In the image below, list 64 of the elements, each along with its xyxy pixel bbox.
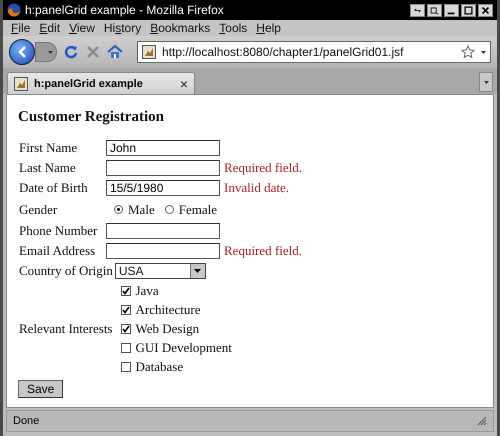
- menu-item[interactable]: Edit: [37, 21, 68, 35]
- caret-icon[interactable]: [481, 50, 486, 54]
- menu-item[interactable]: File: [9, 21, 38, 35]
- field-label: Country of Origin: [18, 263, 114, 279]
- close-icon[interactable]: [478, 4, 493, 16]
- menu-item[interactable]: Tools: [217, 21, 254, 35]
- checkbox[interactable]: [120, 286, 130, 296]
- caret-icon: [48, 50, 53, 54]
- back-button[interactable]: [9, 39, 35, 65]
- caret-icon: [484, 80, 488, 84]
- tab-title: h:panelGrid example: [34, 78, 144, 90]
- field-label: Email Address: [18, 243, 96, 259]
- tab-close-button[interactable]: ×: [180, 76, 188, 92]
- option-label: Female: [178, 202, 217, 218]
- input-field[interactable]: [106, 243, 220, 259]
- window-title: h:panelGrid example - Mozilla Firefox: [25, 3, 225, 17]
- field-label: Date of Birth: [18, 180, 89, 196]
- checkbox-label: GUI Development: [136, 340, 232, 356]
- browser-logo-icon: [7, 3, 21, 17]
- form-heading: Customer Registration: [18, 109, 164, 126]
- page-icon: [142, 45, 156, 59]
- checkbox-label: Java: [136, 282, 159, 298]
- radio-button[interactable]: [114, 205, 123, 214]
- menu-item[interactable]: History: [102, 21, 148, 35]
- field-label: Phone Number: [18, 223, 98, 239]
- address-bar[interactable]: http://localhost:8080/chapter1/panelGrid01.jsf: [137, 41, 491, 63]
- menu-item[interactable]: View: [67, 21, 102, 35]
- field-label: First Name: [18, 140, 78, 156]
- checkbox-label: Architecture: [136, 302, 200, 318]
- option-label: Male: [128, 202, 155, 218]
- caret-icon: [194, 269, 202, 273]
- star-icon[interactable]: [461, 45, 475, 59]
- input-field[interactable]: [106, 223, 220, 239]
- radio-button[interactable]: [164, 205, 174, 214]
- page-icon: [14, 76, 28, 90]
- checkbox-label: Database: [136, 358, 184, 374]
- error-message: Required field.: [224, 160, 302, 176]
- window-control-icon[interactable]: [410, 4, 425, 16]
- save-button[interactable]: Save: [18, 380, 64, 398]
- browser-tab[interactable]: h:panelGrid example ×: [7, 72, 195, 94]
- resize-grip-icon[interactable]: [477, 416, 487, 426]
- status-text: Done: [13, 415, 40, 427]
- field-label: Relevant Interests: [18, 320, 114, 336]
- field-label: Gender: [18, 202, 58, 218]
- checkbox[interactable]: [120, 304, 130, 314]
- checkbox-label: Web Design: [136, 320, 200, 336]
- home-button[interactable]: [107, 44, 123, 60]
- reload-button[interactable]: [63, 44, 79, 60]
- menu-item[interactable]: Bookmarks: [148, 21, 218, 35]
- window-control-icon[interactable]: [427, 4, 442, 16]
- field-label: Last Name: [18, 160, 77, 176]
- input-field[interactable]: John: [106, 140, 220, 156]
- checkbox[interactable]: [120, 324, 130, 334]
- tab-list-button[interactable]: [479, 72, 493, 92]
- error-message: Required field.: [224, 243, 302, 259]
- input-field[interactable]: [106, 160, 220, 176]
- checkbox[interactable]: [120, 342, 130, 352]
- checkbox[interactable]: [120, 362, 130, 372]
- menu-item[interactable]: Help: [254, 21, 288, 35]
- error-message: Invalid date.: [224, 180, 289, 196]
- minimize-icon[interactable]: [444, 4, 459, 16]
- input-field[interactable]: 15/5/1980: [106, 180, 220, 196]
- maximize-icon[interactable]: [461, 4, 476, 16]
- country-dropdown[interactable]: USA: [114, 263, 206, 279]
